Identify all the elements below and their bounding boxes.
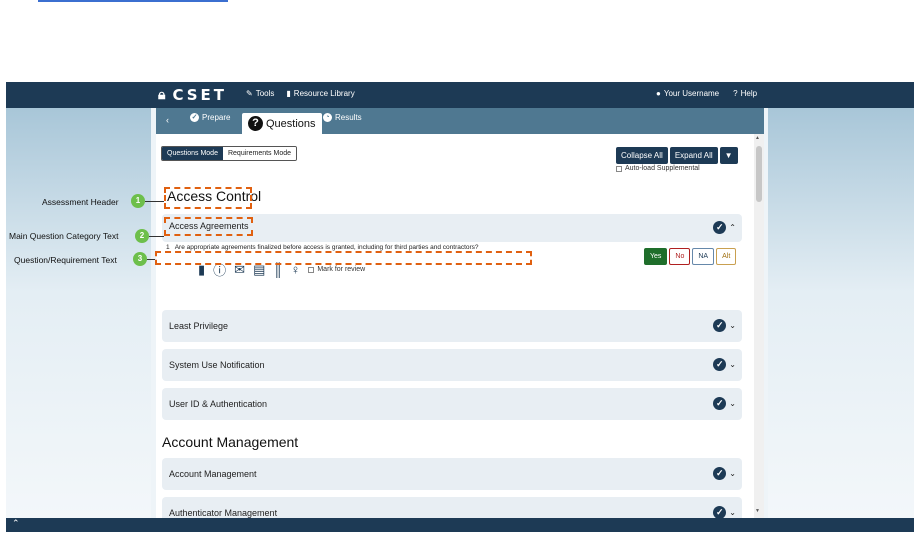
book-icon: ▮	[286, 89, 291, 98]
bottom-bar: ⌃	[6, 518, 914, 532]
mode-toggle: Questions Mode Requirements Mode	[161, 146, 298, 161]
category-label: System Use Notification	[169, 360, 265, 370]
category-label: Account Management	[169, 469, 257, 479]
scroll-up-arrow-icon[interactable]: ▲	[755, 135, 760, 141]
check-circle-icon: ✓	[713, 397, 727, 410]
mark-for-review-checkbox[interactable]	[308, 266, 315, 273]
expand-all-button[interactable]: Expand All	[669, 147, 718, 164]
auto-load-checkbox[interactable]	[616, 165, 622, 172]
callout-badge-1: 1	[131, 194, 145, 208]
check-circle-icon: ✓	[713, 358, 727, 371]
category-user-id-authentication[interactable]: User ID & Authentication ✓ ⌄	[162, 388, 742, 420]
scroll-down-arrow-icon[interactable]: ▼	[755, 508, 760, 514]
chevron-down-icon[interactable]: ⌄	[729, 508, 736, 517]
chevron-down-icon[interactable]: ⌄	[729, 360, 736, 369]
expand-collapse-actions: Collapse All Expand All ▼	[616, 147, 738, 164]
question-icon: ?	[248, 116, 263, 131]
category-status: ✓ ⌄	[713, 397, 736, 410]
callout-label-3: Question/Requirement Text	[14, 255, 117, 265]
expand-up-chevron-icon[interactable]: ⌃	[12, 518, 20, 528]
top-navbar: 🔒︎ CSET ✎ Tools ▮ Resource Library ● Your U…	[6, 82, 914, 108]
check-circle-icon: ✓	[713, 221, 727, 234]
user-menu-area: ● Your Username ? Help	[656, 89, 757, 98]
category-label: User ID & Authentication	[169, 399, 268, 409]
wrench-icon: ✎	[246, 89, 253, 98]
category-system-use-notification[interactable]: System Use Notification ✓ ⌄	[162, 349, 742, 381]
section-header-account-management: Account Management	[162, 434, 299, 450]
answer-no-button[interactable]: No	[669, 248, 691, 265]
cset-app-window: 🔒︎ CSET ✎ Tools ▮ Resource Library ● Your U…	[6, 82, 914, 532]
answer-alt-button[interactable]: Alt	[716, 248, 737, 265]
chevron-down-icon[interactable]: ⌄	[729, 321, 736, 330]
right-background	[768, 108, 914, 518]
tab-questions[interactable]: ? Questions	[242, 113, 322, 134]
tab-prepare[interactable]: ✓ Prepare	[190, 113, 230, 122]
cset-logo[interactable]: 🔒︎ CSET	[158, 86, 227, 104]
mark-for-review[interactable]: Mark for review	[308, 266, 365, 273]
prepare-icon: ✓	[190, 113, 199, 122]
check-circle-icon: ✓	[713, 319, 727, 332]
back-chevron-icon[interactable]: ‹	[166, 115, 169, 125]
help-icon: ?	[733, 89, 738, 98]
tab-results[interactable]: ◔ Results	[323, 113, 362, 122]
lock-icon: 🔒︎	[158, 87, 169, 103]
category-status: ✓ ⌄	[713, 358, 736, 371]
auto-load-option[interactable]: Auto-load Supplemental	[616, 165, 700, 172]
sub-navbar: ‹ ✓ Prepare ? Questions ◔ Results	[156, 108, 764, 134]
category-status: ✓ ⌃	[713, 221, 736, 234]
category-least-privilege[interactable]: Least Privilege ✓ ⌄	[162, 310, 742, 342]
highlight-box-category-text	[164, 217, 253, 236]
callout-line-2	[149, 236, 164, 237]
callout-badge-3: 3	[133, 252, 147, 266]
resource-library-menu[interactable]: ▮ Resource Library	[286, 89, 354, 98]
callout-label-1: Assessment Header	[42, 197, 119, 207]
callout-label-2: Main Question Category Text	[9, 231, 119, 241]
check-circle-icon: ✓	[713, 467, 727, 480]
callout-line-1	[145, 201, 164, 202]
answer-buttons: Yes No NA Alt	[644, 248, 737, 265]
chevron-down-icon[interactable]: ⌄	[729, 399, 736, 408]
left-background	[6, 108, 151, 518]
filter-icon[interactable]: ▼	[719, 147, 738, 164]
question-text: 1 Are appropriate agreements finalized b…	[166, 244, 479, 251]
top-nav-links: ✎ Tools ▮ Resource Library	[246, 89, 355, 98]
highlight-box-question-text	[155, 251, 532, 265]
callout-badge-2: 2	[135, 229, 149, 243]
chevron-down-icon[interactable]: ⌄	[729, 469, 736, 478]
collapse-all-button[interactable]: Collapse All	[616, 147, 668, 164]
results-icon: ◔	[323, 113, 332, 122]
category-label: Authenticator Management	[169, 508, 278, 518]
requirements-mode-button[interactable]: Requirements Mode	[222, 147, 297, 160]
answer-yes-button[interactable]: Yes	[644, 248, 668, 265]
questions-mode-button[interactable]: Questions Mode	[162, 147, 223, 160]
user-icon: ●	[656, 89, 661, 98]
highlight-box-assessment-header	[164, 187, 252, 209]
scrollbar-thumb[interactable]	[756, 146, 762, 202]
tools-menu[interactable]: ✎ Tools	[246, 89, 274, 98]
category-status: ✓ ⌄	[713, 319, 736, 332]
user-menu[interactable]: ● Your Username	[656, 89, 719, 98]
top-link-underline[interactable]	[38, 0, 228, 2]
help-menu[interactable]: ? Help	[733, 89, 757, 98]
chevron-up-icon[interactable]: ⌃	[729, 223, 736, 232]
category-account-management[interactable]: Account Management ✓ ⌄	[162, 458, 742, 490]
category-status: ✓ ⌄	[713, 467, 736, 480]
category-label: Least Privilege	[169, 321, 229, 331]
callout-line-3	[147, 259, 155, 260]
answer-na-button[interactable]: NA	[692, 248, 715, 265]
